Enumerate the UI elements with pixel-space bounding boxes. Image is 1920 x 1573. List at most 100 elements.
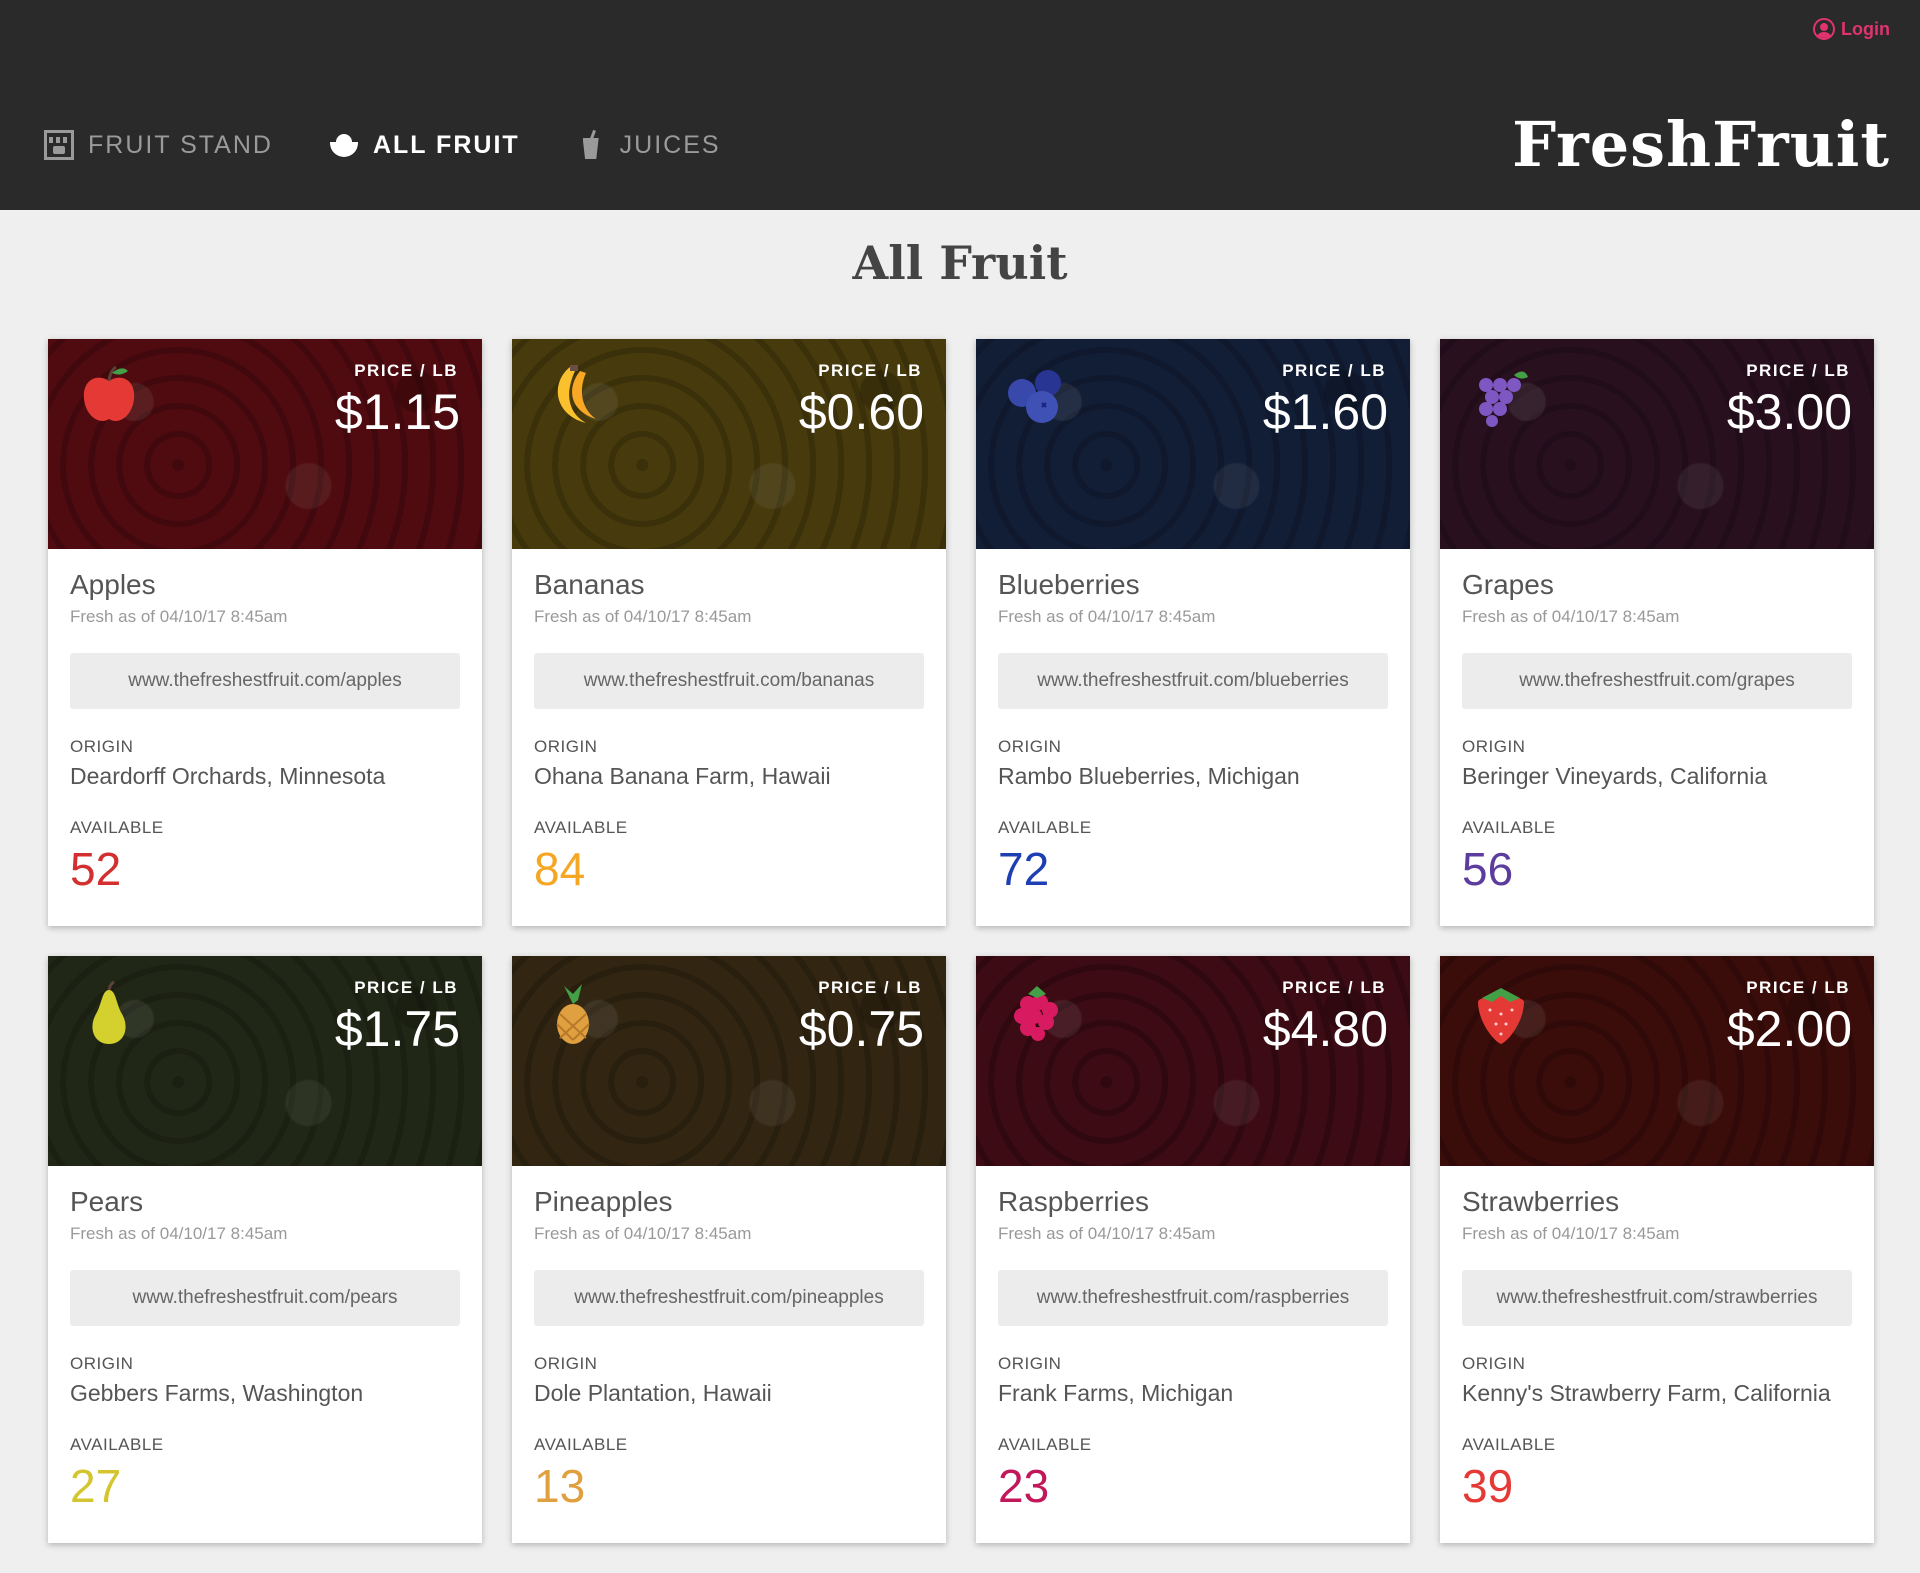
price-label: PRICE / LB — [818, 978, 922, 997]
fruit-url-button[interactable]: www.thefreshestfruit.com/apples — [70, 653, 460, 709]
fruit-image: PRICE / LB $1.75 — [48, 956, 482, 1166]
price-label: PRICE / LB — [1282, 361, 1386, 380]
available-label: AVAILABLE — [534, 1435, 628, 1454]
fruit-card-pears[interactable]: PRICE / LB $1.75 Pears Fresh as of 04/10… — [48, 956, 482, 1543]
origin-label: ORIGIN — [998, 737, 1062, 756]
price-value: $0.75 — [798, 1001, 924, 1057]
origin-value: Frank Farms, Michigan — [998, 1380, 1234, 1406]
available-label: AVAILABLE — [534, 818, 628, 837]
origin-value: Ohana Banana Farm, Hawaii — [534, 763, 831, 789]
fruit-image: PRICE / LB $0.60 — [512, 339, 946, 549]
price-value: $0.60 — [798, 384, 924, 440]
price-label: PRICE / LB — [1282, 978, 1386, 997]
fruit-stand-icon — [44, 130, 74, 160]
fruit-card-blueberries[interactable]: PRICE / LB $1.60 Blueberries Fresh as of… — [976, 339, 1410, 926]
fruit-url-button[interactable]: www.thefreshestfruit.com/grapes — [1462, 653, 1852, 709]
available-label: AVAILABLE — [998, 1435, 1092, 1454]
fruit-url-button[interactable]: www.thefreshestfruit.com/pears — [70, 1270, 460, 1326]
fruit-image: PRICE / LB $1.15 — [48, 339, 482, 549]
strawberry-icon — [1468, 980, 1534, 1046]
fruit-card-apples[interactable]: PRICE / LB $1.15 Apples Fresh as of 04/1… — [48, 339, 482, 926]
card-body: Bananas Fresh as of 04/10/17 8:45am www.… — [512, 549, 946, 916]
origin-value: Deardorff Orchards, Minnesota — [70, 763, 386, 789]
price-label: PRICE / LB — [1746, 361, 1850, 380]
raspberry-icon — [1004, 980, 1070, 1046]
nav-fruit-stand-label: FRUIT STAND — [88, 130, 273, 159]
available-label: AVAILABLE — [1462, 818, 1556, 837]
fresh-timestamp: Fresh as of 04/10/17 8:45am — [534, 1224, 752, 1243]
fruit-card-grapes[interactable]: PRICE / LB $3.00 Grapes Fresh as of 04/1… — [1440, 339, 1874, 926]
page-title: All Fruit — [852, 236, 1068, 290]
login-label: Login — [1841, 18, 1890, 39]
fruit-name: Grapes — [1462, 569, 1554, 600]
banana-icon — [540, 363, 606, 429]
nav-all-fruit[interactable]: ALL FRUIT — [329, 130, 520, 160]
origin-label: ORIGIN — [70, 1354, 134, 1373]
origin-label: ORIGIN — [1462, 1354, 1526, 1373]
origin-label: ORIGIN — [998, 1354, 1062, 1373]
grape-icon — [1468, 363, 1534, 429]
fresh-timestamp: Fresh as of 04/10/17 8:45am — [1462, 607, 1680, 626]
fruit-url-button[interactable]: www.thefreshestfruit.com/bananas — [534, 653, 924, 709]
price-value: $1.60 — [1262, 384, 1388, 440]
fruit-name: Strawberries — [1462, 1186, 1620, 1217]
fresh-timestamp: Fresh as of 04/10/17 8:45am — [534, 607, 752, 626]
price-label: PRICE / LB — [354, 978, 458, 997]
fruit-card-bananas[interactable]: PRICE / LB $0.60 Bananas Fresh as of 04/… — [512, 339, 946, 926]
fruit-image: PRICE / LB $3.00 — [1440, 339, 1874, 549]
user-icon — [1813, 18, 1836, 40]
fruit-url-button[interactable]: www.thefreshestfruit.com/raspberries — [998, 1270, 1388, 1326]
fresh-timestamp: Fresh as of 04/10/17 8:45am — [1462, 1224, 1680, 1243]
available-value: 13 — [534, 1460, 586, 1512]
pear-icon — [76, 980, 142, 1046]
fruit-url-button[interactable]: www.thefreshestfruit.com/pineapples — [534, 1270, 924, 1326]
fresh-timestamp: Fresh as of 04/10/17 8:45am — [70, 1224, 288, 1243]
origin-label: ORIGIN — [70, 737, 134, 756]
fresh-timestamp: Fresh as of 04/10/17 8:45am — [998, 1224, 1216, 1243]
blueberry-icon — [1004, 363, 1070, 429]
fruit-grid: PRICE / LB $1.15 Apples Fresh as of 04/1… — [48, 339, 1874, 1543]
fruit-card-pineapples[interactable]: PRICE / LB $0.75 Pineapples Fresh as of … — [512, 956, 946, 1543]
origin-label: ORIGIN — [534, 737, 598, 756]
price-value: $4.80 — [1262, 1001, 1388, 1057]
fruit-name: Pineapples — [534, 1186, 673, 1217]
login-link[interactable]: Login — [1813, 18, 1890, 40]
fruit-card-strawberries[interactable]: PRICE / LB $2.00 Strawberries Fresh as o… — [1440, 956, 1874, 1543]
available-value: 56 — [1462, 843, 1514, 895]
fruit-image: PRICE / LB $0.75 — [512, 956, 946, 1166]
price-value: $2.00 — [1726, 1001, 1852, 1057]
fruit-url-button[interactable]: www.thefreshestfruit.com/blueberries — [998, 653, 1388, 709]
fruit-name: Apples — [70, 569, 156, 600]
origin-value: Beringer Vineyards, California — [1462, 763, 1768, 789]
juice-icon — [576, 130, 606, 160]
fruit-name: Blueberries — [998, 569, 1140, 600]
fruit-image: PRICE / LB $2.00 — [1440, 956, 1874, 1166]
origin-value: Dole Plantation, Hawaii — [534, 1380, 772, 1406]
available-label: AVAILABLE — [70, 1435, 164, 1454]
fruit-name: Bananas — [534, 569, 645, 600]
available-value: 72 — [998, 843, 1050, 895]
origin-value: Rambo Blueberries, Michigan — [998, 763, 1300, 789]
pineapple-icon — [540, 980, 606, 1046]
fresh-timestamp: Fresh as of 04/10/17 8:45am — [998, 607, 1216, 626]
available-value: 52 — [70, 843, 122, 895]
card-body: Strawberries Fresh as of 04/10/17 8:45am… — [1440, 1166, 1874, 1533]
available-value: 27 — [70, 1460, 122, 1512]
fruit-image: PRICE / LB $1.60 — [976, 339, 1410, 549]
fruit-card-raspberries[interactable]: PRICE / LB $4.80 Raspberries Fresh as of… — [976, 956, 1410, 1543]
origin-value: Kenny's Strawberry Farm, California — [1462, 1380, 1831, 1406]
card-body: Pineapples Fresh as of 04/10/17 8:45am w… — [512, 1166, 946, 1533]
nav-fruit-stand[interactable]: FRUIT STAND — [44, 130, 273, 160]
origin-value: Gebbers Farms, Washington — [70, 1380, 364, 1406]
fruit-url-button[interactable]: www.thefreshestfruit.com/strawberries — [1462, 1270, 1852, 1326]
fruit-bowl-icon — [329, 130, 359, 160]
fresh-timestamp: Fresh as of 04/10/17 8:45am — [70, 607, 288, 626]
card-body: Blueberries Fresh as of 04/10/17 8:45am … — [976, 549, 1410, 916]
fruit-name: Raspberries — [998, 1186, 1149, 1217]
brand-logo[interactable]: FreshFruit — [1512, 108, 1890, 181]
nav-all-fruit-label: ALL FRUIT — [372, 130, 520, 159]
price-label: PRICE / LB — [354, 361, 458, 380]
nav-juices-label: JUICES — [619, 130, 721, 159]
nav-juices[interactable]: JUICES — [576, 130, 721, 160]
top-header: Login FRUIT STAND ALL FRUIT JUICES Fresh… — [0, 0, 1920, 210]
